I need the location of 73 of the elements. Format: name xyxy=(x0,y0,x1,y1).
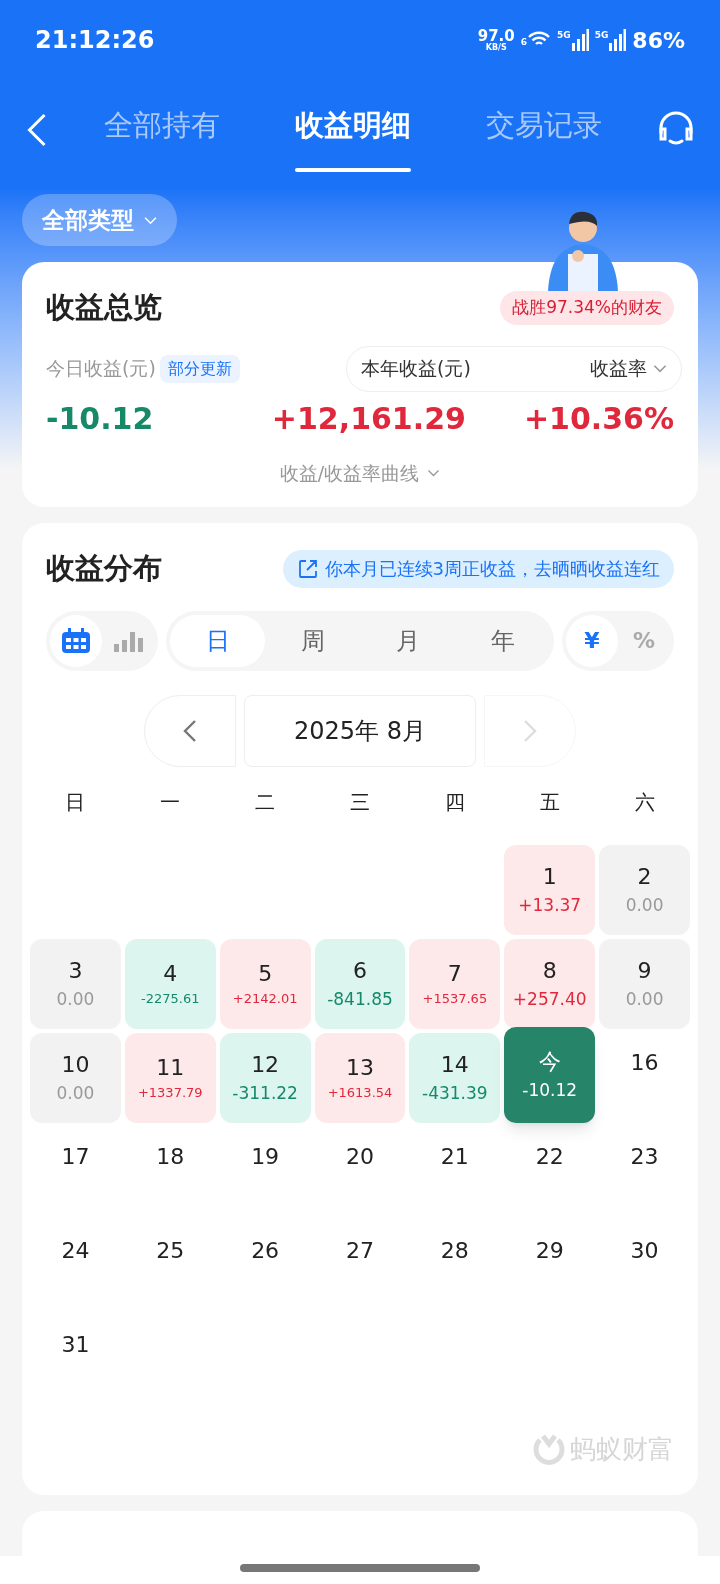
chevron-right-icon xyxy=(523,718,537,743)
update-tag: 部分更新 xyxy=(159,354,240,383)
bar-chart-icon xyxy=(113,629,143,652)
weekday-label: 三 xyxy=(349,788,371,816)
chevron-left-icon xyxy=(183,718,197,743)
day-number[interactable]: 21 xyxy=(440,1142,469,1170)
weekday-label: 四 xyxy=(443,788,466,816)
day-number[interactable]: 31 xyxy=(61,1330,90,1358)
day-number[interactable]: 24 xyxy=(61,1236,90,1264)
chevron-down-icon xyxy=(427,468,441,477)
rate-label: 收益率 xyxy=(590,356,647,382)
signal-icon xyxy=(570,29,589,51)
chevron-down-icon xyxy=(144,215,157,225)
day-number[interactable]: 23 xyxy=(630,1142,659,1170)
day-cell[interactable]: 13 +1613.54 xyxy=(314,1032,406,1123)
today-label: 今日收益(元) xyxy=(46,356,156,382)
net-speed: 97.0 KB/S xyxy=(477,28,515,52)
weekday-label: 二 xyxy=(254,788,277,816)
day-cell[interactable]: 12 -311.22 xyxy=(219,1032,311,1123)
day-cell[interactable]: 11 +1337.79 xyxy=(124,1032,216,1123)
unit-toggle[interactable]: ¥ xyxy=(566,614,618,667)
day-number[interactable]: 25 xyxy=(156,1236,185,1264)
day-number[interactable]: 18 xyxy=(156,1142,185,1170)
weekday-label: 日 xyxy=(64,788,87,816)
tab[interactable]: 收益明细 xyxy=(295,88,411,172)
day-number[interactable]: 20 xyxy=(346,1142,374,1170)
today-cell[interactable]: 今 -10.12 xyxy=(504,1026,596,1123)
day-cell[interactable]: 14 -431.39 xyxy=(409,1032,501,1123)
share-banner[interactable]: 你本月已连续3周正收益，去晒晒收益连红 xyxy=(282,549,674,588)
day-cell[interactable]: 8 +257.40 xyxy=(504,938,596,1029)
overview-title: 收益总览 xyxy=(46,289,162,326)
day-cell[interactable]: 4 -2275.61 xyxy=(124,938,216,1029)
day-number[interactable]: 27 xyxy=(346,1236,374,1264)
day-number[interactable]: 19 xyxy=(251,1142,280,1170)
today-value: -10.12 xyxy=(46,399,154,438)
day-cell[interactable]: 7 +1537.65 xyxy=(409,938,501,1029)
period-tab[interactable]: 年 xyxy=(455,614,550,667)
wifi-label: 6 xyxy=(520,35,527,49)
weekday-label: 一 xyxy=(159,788,182,816)
day-number[interactable]: 30 xyxy=(630,1236,659,1264)
day-cell[interactable]: 2 0.00 xyxy=(599,844,690,935)
day-cell[interactable]: 1 +13.37 xyxy=(504,844,596,935)
day-number[interactable]: 22 xyxy=(535,1142,564,1170)
period-tab[interactable]: 周 xyxy=(265,614,360,667)
period-tab[interactable]: 月 xyxy=(360,614,455,667)
status-time: 21:12:26 xyxy=(35,25,155,56)
calendar-view-button[interactable] xyxy=(50,614,102,667)
signal-icon xyxy=(608,29,627,51)
rank-badge: 战胜97.34%的财友 xyxy=(500,291,674,325)
weekday-label: 六 xyxy=(633,788,656,816)
day-number[interactable]: 26 xyxy=(251,1236,280,1264)
month-label: 2025年 8月 xyxy=(244,694,476,767)
period-tab[interactable]: 日 xyxy=(170,614,265,667)
day-number[interactable]: 16 xyxy=(630,1048,659,1076)
day-cell[interactable]: 5 +2142.01 xyxy=(219,938,311,1029)
day-cell[interactable]: 6 -841.85 xyxy=(314,938,406,1029)
day-cell[interactable]: 10 0.00 xyxy=(30,1032,121,1123)
battery-level: 86% xyxy=(632,26,685,55)
distribution-title: 收益分布 xyxy=(46,550,162,587)
network-label: 5G xyxy=(557,29,571,42)
rate-value: +10.36% xyxy=(523,399,674,438)
day-number[interactable]: 17 xyxy=(61,1142,90,1170)
year-value: +12,161.29 xyxy=(271,399,466,438)
calendar-icon xyxy=(61,627,91,654)
day-number[interactable]: 29 xyxy=(535,1236,564,1264)
day-cell[interactable]: 9 0.00 xyxy=(599,938,690,1029)
chevron-down-icon xyxy=(653,364,667,373)
external-link-icon xyxy=(296,557,319,580)
network-label: 5G xyxy=(594,29,609,42)
weekday-label: 五 xyxy=(538,788,561,816)
year-label: 本年收益(元) xyxy=(361,356,471,382)
day-number[interactable]: 28 xyxy=(440,1236,469,1264)
day-cell[interactable]: 3 0.00 xyxy=(30,938,121,1029)
